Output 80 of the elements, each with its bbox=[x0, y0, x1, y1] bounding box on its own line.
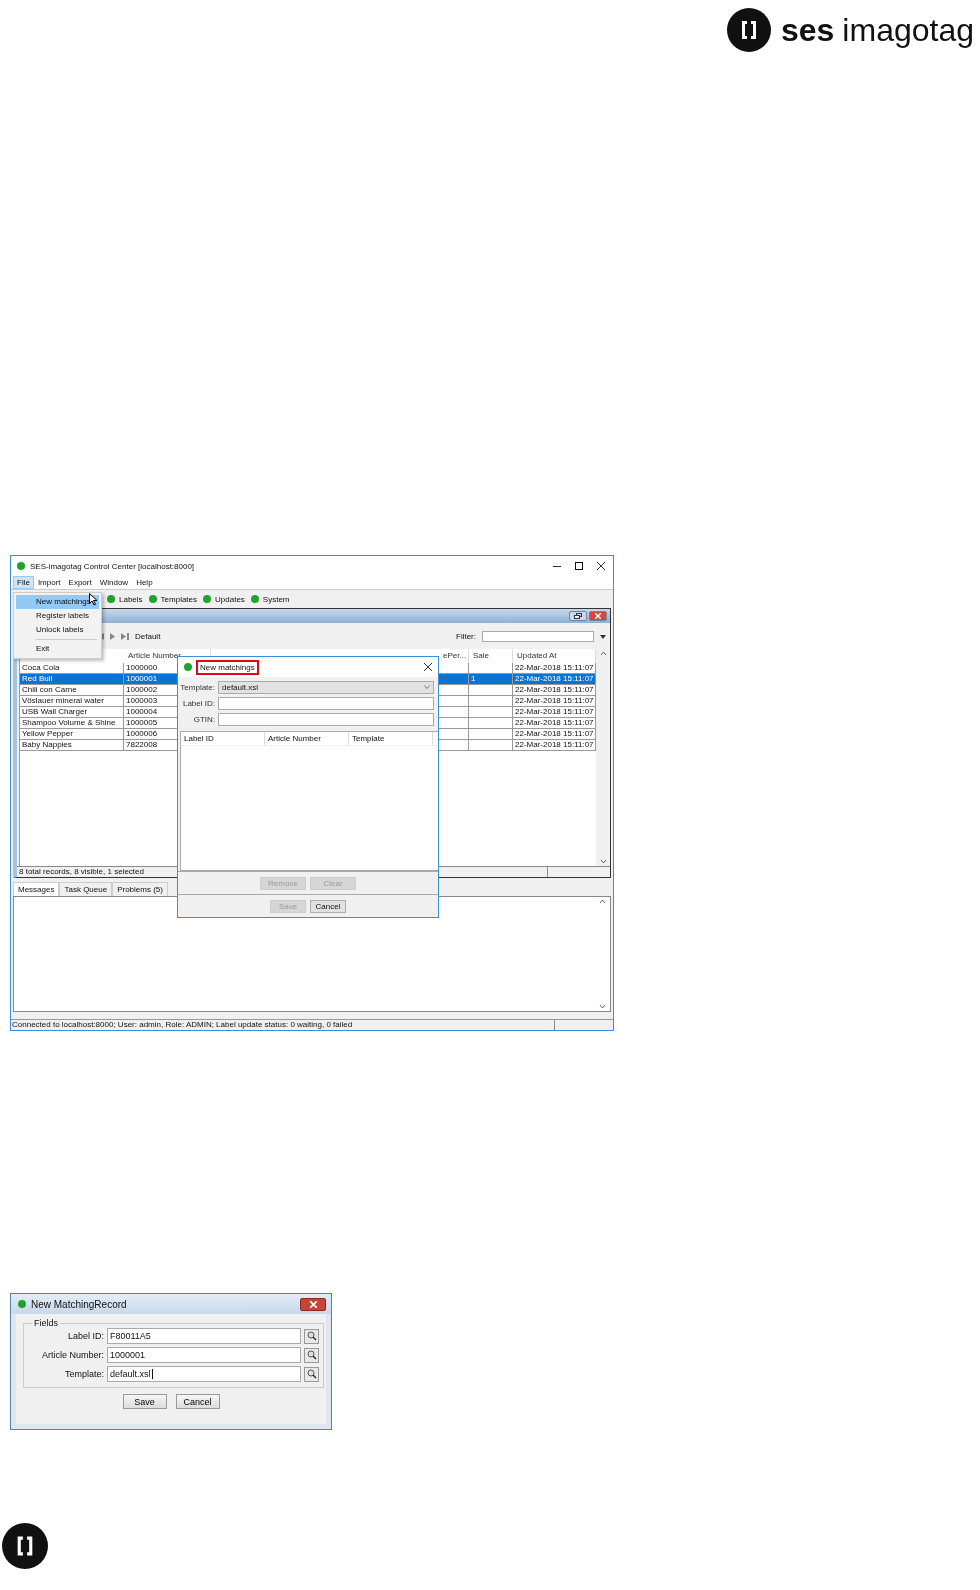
scroll-up-icon bbox=[598, 899, 606, 904]
column-header[interactable]: Template bbox=[349, 732, 433, 745]
brand-name: ses imagotag bbox=[780, 14, 974, 46]
caret-icon bbox=[424, 685, 430, 689]
tab[interactable]: Messages bbox=[13, 882, 60, 896]
input-field[interactable] bbox=[218, 712, 434, 726]
minimize-icon[interactable] bbox=[553, 565, 561, 567]
column-header[interactable]: Label ID bbox=[181, 732, 265, 745]
input-field[interactable] bbox=[218, 696, 434, 710]
restore-button[interactable] bbox=[569, 611, 587, 621]
window-title: SES-imagotag Control Center [localhost:8000] bbox=[30, 561, 195, 571]
last-icon[interactable] bbox=[121, 632, 129, 640]
menu-item[interactable]: Unlock labels bbox=[16, 623, 99, 637]
dialog-button[interactable]: Cancel bbox=[175, 1394, 220, 1409]
profile-label: Default bbox=[135, 631, 161, 641]
scroll-down-icon bbox=[599, 859, 607, 864]
filter-label: Filter: bbox=[456, 631, 476, 641]
column-header[interactable]: Article Number bbox=[265, 732, 349, 745]
restore-icon bbox=[574, 613, 582, 619]
tab[interactable]: Task Queue bbox=[59, 882, 113, 896]
table-cell: Yellow Pepper bbox=[20, 729, 124, 740]
status-label: Updates bbox=[215, 594, 245, 604]
menu-item[interactable]: Exit bbox=[16, 642, 99, 656]
field-label: Label ID: bbox=[66, 1331, 104, 1341]
input-field[interactable]: default.xsl bbox=[107, 1366, 301, 1382]
close-icon bbox=[309, 1300, 317, 1308]
search-icon bbox=[306, 1369, 317, 1379]
search-icon bbox=[306, 1331, 317, 1341]
logo-icon bbox=[2, 1523, 48, 1569]
status-dot-icon bbox=[107, 595, 115, 603]
status-label: Labels bbox=[119, 594, 143, 604]
status-dot-icon bbox=[184, 663, 192, 671]
menu-item[interactable]: Window bbox=[95, 576, 133, 589]
status-dot-icon bbox=[17, 562, 25, 570]
table-cell: USB Wall Charger bbox=[20, 707, 124, 718]
menu-item[interactable]: Import bbox=[33, 576, 65, 589]
next-icon[interactable] bbox=[110, 632, 115, 640]
menu-item[interactable]: Export bbox=[64, 576, 96, 589]
input-field[interactable]: F80011A5 bbox=[107, 1328, 301, 1344]
menu-item[interactable]: Help bbox=[132, 576, 157, 589]
table-cell: Vöslauer mineral water bbox=[20, 696, 124, 707]
status-dot-icon bbox=[148, 595, 157, 603]
lookup-button[interactable] bbox=[304, 1347, 319, 1363]
dialog-title: New matchings bbox=[196, 659, 259, 675]
logo-icon bbox=[726, 8, 771, 52]
menu-item[interactable]: Register labels bbox=[16, 609, 99, 623]
dialog-button[interactable]: Cancel bbox=[310, 899, 346, 913]
status-label: System bbox=[262, 594, 290, 604]
close-icon bbox=[595, 613, 601, 619]
dialog-button[interactable]: Save bbox=[122, 1394, 167, 1409]
close-icon[interactable] bbox=[597, 562, 605, 570]
dialog-title: New MatchingRecord bbox=[31, 1298, 127, 1310]
table-cell: Chili con Carne bbox=[20, 685, 124, 696]
template-dropdown[interactable]: default.xsl bbox=[218, 680, 434, 694]
group-label: Fields bbox=[33, 1318, 59, 1328]
status-label: Templates bbox=[160, 594, 198, 604]
maximize-icon[interactable] bbox=[575, 562, 583, 570]
field-label: Template: bbox=[63, 1369, 104, 1379]
lookup-button[interactable] bbox=[304, 1366, 319, 1382]
menu-item[interactable]: File bbox=[13, 576, 34, 589]
input-field[interactable]: 1000001 bbox=[107, 1347, 301, 1363]
status-dot-icon bbox=[250, 595, 259, 603]
scroll-up-icon bbox=[599, 651, 607, 656]
status-dot-icon bbox=[203, 595, 212, 603]
mouse-cursor-icon bbox=[89, 593, 98, 606]
status-bar: Connected to localhost:8000; User: admin, Role: ADMIN; Label update status: 0 waiting, 0 failed bbox=[11, 1020, 555, 1030]
scroll-down-icon bbox=[598, 1004, 606, 1009]
table-cell: Red Bull bbox=[20, 674, 124, 685]
search-icon bbox=[306, 1350, 317, 1360]
close-icon[interactable] bbox=[424, 663, 432, 671]
status-dot-icon bbox=[18, 1300, 26, 1308]
table-cell: Shampoo Volume & Shine bbox=[20, 718, 124, 729]
tab[interactable]: Problems (5) bbox=[112, 882, 168, 896]
field-label: Article Number: bbox=[41, 1350, 104, 1360]
table-cell: 1 bbox=[469, 674, 513, 685]
close-button[interactable] bbox=[300, 1297, 326, 1311]
table-cell: Baby Nappies bbox=[20, 740, 124, 751]
lookup-button[interactable] bbox=[304, 1328, 319, 1344]
filter-field[interactable] bbox=[482, 630, 594, 642]
close-button[interactable] bbox=[589, 611, 607, 621]
